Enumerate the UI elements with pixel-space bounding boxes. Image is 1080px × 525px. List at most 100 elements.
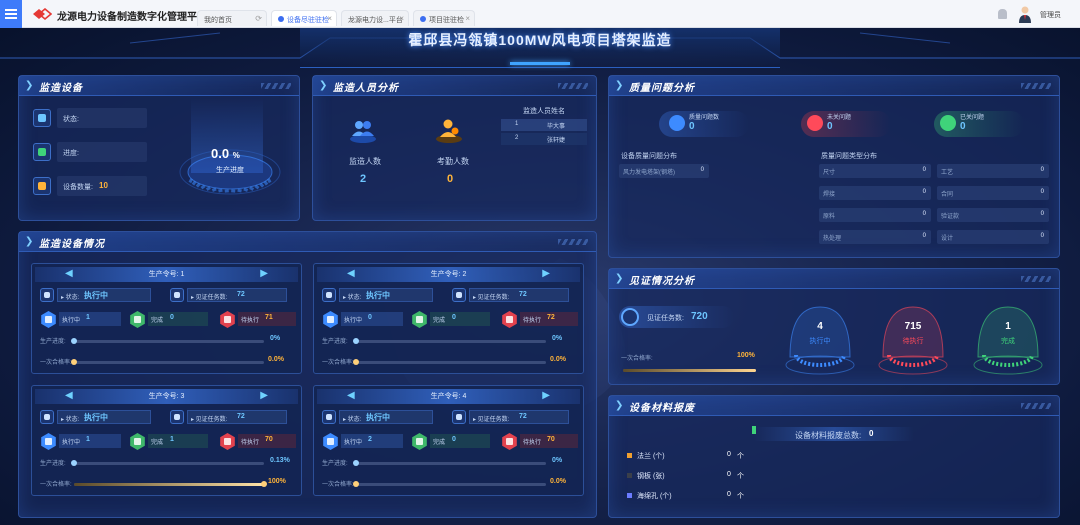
card-pass-value: 0.0% — [550, 478, 566, 485]
card-pass-value: 0.0% — [268, 356, 284, 363]
card-progress-value: 0% — [552, 335, 563, 342]
unclosed-label: 未关问题 — [827, 115, 852, 121]
next-arrow-icon[interactable]: ▶ — [542, 268, 550, 279]
card-status-label: ▸ 状态: — [61, 417, 80, 423]
user-name[interactable]: 管理员 — [1040, 10, 1061, 20]
next-arrow-icon[interactable]: ▶ — [260, 268, 268, 279]
chevron-icon: ❯ — [615, 273, 624, 284]
witness-done-label: 完成 — [1001, 338, 1015, 345]
material-unit: 个 — [737, 493, 744, 500]
card-pending-value: 72 — [547, 314, 555, 321]
cube-icon — [40, 410, 54, 424]
card-progress-knob — [353, 338, 359, 344]
type-row: 原料 0 — [819, 208, 931, 222]
card-executing-value: 2 — [368, 436, 372, 443]
tab-platform[interactable]: 龙源电力设...平台 × — [341, 10, 409, 26]
panel-title: 质量问题分析 — [629, 83, 695, 94]
progress-label: 进度: — [63, 150, 79, 157]
quality-total-label: 质量问题数 — [689, 115, 720, 121]
pending-icon — [220, 311, 235, 328]
alarm-icon — [807, 115, 823, 131]
type-row-label: 工艺 — [941, 170, 954, 176]
card-progress-label: 生产进度: — [322, 461, 348, 467]
card-progress-label: 生产进度: — [322, 339, 348, 345]
card-status-label: ▸ 状态: — [343, 417, 362, 423]
type-row-label: 尺寸 — [823, 170, 836, 176]
type-title: 质量问题类型分布 — [821, 153, 877, 160]
card-pass-knob — [71, 359, 77, 365]
type-row: 合同 0 — [937, 186, 1049, 200]
type-row-value: 0 — [1040, 167, 1044, 173]
card-executing-label: 执行中 — [344, 440, 363, 446]
card-done-value: 0 — [452, 314, 456, 321]
next-arrow-icon[interactable]: ▶ — [542, 390, 550, 401]
bell-icon[interactable] — [998, 9, 1007, 19]
card-pending-value: 70 — [547, 436, 555, 443]
card-status-value: 执行中 — [366, 291, 390, 300]
card-pass-bar — [353, 359, 546, 365]
pending-icon — [502, 311, 517, 328]
type-row: 工艺 0 — [937, 164, 1049, 178]
cube-icon — [322, 288, 336, 302]
clipboard-icon — [170, 410, 184, 424]
refresh-icon[interactable]: ⟳ — [255, 14, 262, 23]
tab-equipment-monitor[interactable]: 设备尽驻驻检 × — [271, 10, 337, 26]
materials-panel: ❯ 设备材料报废 设备材料报废总数: 0 法兰 (个) 0 个钢板 (张) 0 个海绵孔 … — [608, 395, 1060, 518]
card-executing-value: 1 — [86, 436, 90, 443]
clipboard-icon — [452, 410, 466, 424]
tab-label: 我的首页 — [204, 17, 232, 24]
names-title: 监造人员姓名 — [523, 108, 565, 115]
unclosed-value: 0 — [827, 121, 833, 132]
card-executing-label: 执行中 — [62, 318, 81, 324]
status-label: 状态: — [63, 116, 79, 123]
tab-dot-icon — [420, 16, 426, 22]
done-icon — [412, 433, 427, 450]
panel-header: ❯ 设备材料报废 — [609, 396, 1059, 416]
next-arrow-icon[interactable]: ▶ — [260, 390, 268, 401]
legend-swatch — [627, 453, 632, 458]
executing-icon — [323, 311, 338, 328]
card-pass-label: 一次合格率: — [40, 360, 72, 366]
cube-icon — [40, 288, 54, 302]
tab-label: 项目驻驻检 — [429, 17, 464, 24]
card-header: ◀ 生产令号: 3 ▶ — [35, 389, 298, 404]
material-value: 0 — [727, 491, 731, 498]
card-status-label: ▸ 状态: — [343, 295, 362, 301]
app-title: 龙源电力设备制造数字化管理平台 — [57, 12, 207, 23]
tab-project-monitor[interactable]: 项目驻驻检 × — [413, 10, 475, 26]
card-tasks-label: ▸ 见证任务数: — [191, 417, 228, 423]
panel-header: ❯ 监造人员分析 — [313, 76, 596, 96]
panel-title: 见证情况分析 — [629, 276, 695, 287]
name-row: 1 毕大事 — [501, 119, 587, 131]
card-pass-value: 0.0% — [550, 356, 566, 363]
tab-home[interactable]: 我的首页 ⟳ — [197, 10, 267, 26]
card-pass-bar — [74, 481, 267, 487]
close-icon[interactable]: × — [465, 14, 470, 23]
card-pass-knob — [353, 481, 359, 487]
done-icon — [412, 311, 427, 328]
cube-icon — [33, 109, 51, 127]
close-icon[interactable]: × — [327, 14, 332, 23]
compass-icon — [669, 115, 685, 131]
card-done-value: 0 — [170, 314, 174, 321]
card-header: ◀ 生产令号: 2 ▶ — [317, 267, 580, 282]
menu-icon[interactable] — [0, 0, 22, 28]
equipment-card: ◀ 生产令号: 2 ▶ ▸ 状态: 执行中 ▸ 见证任务数: 72 执行中 0 … — [313, 263, 584, 374]
card-progress-knob — [71, 460, 78, 466]
materials-total-label: 设备材料报废总数: — [795, 431, 862, 440]
witness-pending-value: 715 — [904, 321, 922, 332]
close-icon[interactable]: × — [399, 14, 404, 23]
production-order: 生产令号: 1 — [148, 271, 185, 278]
card-pending-label: 待执行 — [241, 440, 260, 446]
pending-icon — [220, 433, 235, 450]
card-header: ◀ 生产令号: 4 ▶ — [317, 389, 580, 404]
name-row-name: 张轩婕 — [547, 138, 566, 144]
panel-header: ❯ 见证情况分析 — [609, 269, 1059, 289]
avatar[interactable] — [1018, 5, 1032, 23]
panel-header: ❯ 监造设备 — [19, 76, 299, 96]
card-pass-label: 一次合格率: — [40, 482, 72, 488]
attendance-count-value: 0 — [447, 173, 454, 185]
type-row-value: 0 — [922, 211, 926, 217]
card-progress-label: 生产进度: — [40, 461, 66, 467]
witness-pending-label: 待执行 — [902, 338, 924, 345]
